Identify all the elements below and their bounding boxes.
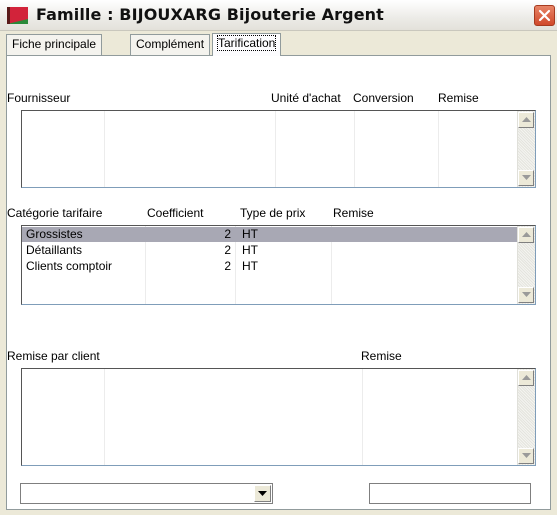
col-conversion: Conversion xyxy=(353,91,414,105)
column-divider xyxy=(104,111,105,187)
arrow-up-icon xyxy=(522,375,531,380)
cell-categorie: Grossistes xyxy=(26,227,83,241)
vertical-scrollbar[interactable] xyxy=(517,226,535,304)
famille-window: Famille : BIJOUXARG Bijouterie Argent Fi… xyxy=(0,0,557,515)
cell-coefficient: 2 xyxy=(224,243,231,257)
col-coefficient: Coefficient xyxy=(147,206,204,220)
col-fournisseur: Fournisseur xyxy=(7,91,71,105)
column-divider xyxy=(362,369,363,465)
scroll-up-button[interactable] xyxy=(518,112,534,128)
arrow-up-icon xyxy=(522,117,531,122)
tab-fiche-principale[interactable]: Fiche principale xyxy=(6,34,103,55)
scroll-up-button[interactable] xyxy=(518,370,534,386)
arrow-up-icon xyxy=(522,232,531,237)
cell-type-prix: HT xyxy=(242,259,258,273)
column-divider xyxy=(104,369,105,465)
col-remise: Remise xyxy=(438,91,479,105)
arrow-down-icon xyxy=(522,175,531,180)
scroll-down-button[interactable] xyxy=(518,448,534,464)
tab-tarification-label: Tarification xyxy=(216,35,277,51)
cell-type-prix: HT xyxy=(242,227,258,241)
table-row[interactable]: Clients comptoir 2 HT xyxy=(22,259,518,274)
scroll-up-button[interactable] xyxy=(518,227,534,243)
fournisseurs-grid[interactable] xyxy=(21,110,536,188)
col-remise: Remise xyxy=(333,206,374,220)
col-unite-achat: Unité d'achat xyxy=(271,91,341,105)
close-icon xyxy=(538,9,551,22)
cell-type-prix: HT xyxy=(242,243,258,257)
table-row[interactable]: Détaillants 2 HT xyxy=(22,243,518,258)
client-select[interactable] xyxy=(20,483,273,504)
window-title: Famille : BIJOUXARG Bijouterie Argent xyxy=(36,5,384,24)
col-type-de-prix: Type de prix xyxy=(240,206,306,220)
column-divider xyxy=(354,111,355,187)
close-button[interactable] xyxy=(534,5,555,26)
scroll-down-button[interactable] xyxy=(518,287,534,303)
col-remise-par-client: Remise par client xyxy=(7,349,100,363)
dropdown-button[interactable] xyxy=(254,485,271,502)
remise-input[interactable] xyxy=(369,483,531,504)
cell-categorie: Clients comptoir xyxy=(26,259,113,273)
column-divider xyxy=(275,111,276,187)
remises-client-grid[interactable] xyxy=(21,368,536,466)
categories-grid[interactable]: Grossistes 2 HT Détaillants 2 HT Clients… xyxy=(21,225,536,305)
chevron-down-icon xyxy=(258,491,267,496)
famille-icon xyxy=(7,7,28,24)
vertical-scrollbar[interactable] xyxy=(517,111,535,187)
cell-coefficient: 2 xyxy=(224,227,231,241)
arrow-down-icon xyxy=(522,292,531,297)
table-row[interactable]: Grossistes 2 HT xyxy=(22,227,518,242)
col-categorie-tarifaire: Catégorie tarifaire xyxy=(7,206,103,220)
tab-complement[interactable]: Complément xyxy=(130,34,211,55)
vertical-scrollbar[interactable] xyxy=(517,369,535,465)
col-remise: Remise xyxy=(361,349,402,363)
title-bar: Famille : BIJOUXARG Bijouterie Argent xyxy=(0,0,557,31)
cell-coefficient: 2 xyxy=(224,259,231,273)
arrow-down-icon xyxy=(522,453,531,458)
tab-tarification[interactable]: Tarification xyxy=(212,33,282,56)
scroll-down-button[interactable] xyxy=(518,170,534,186)
cell-categorie: Détaillants xyxy=(26,243,83,257)
column-divider xyxy=(438,111,439,187)
